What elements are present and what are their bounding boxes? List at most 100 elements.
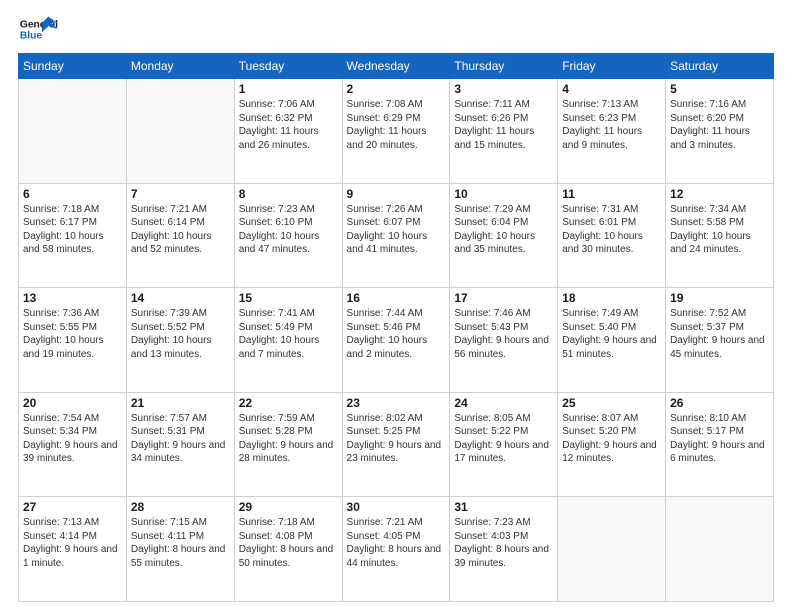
day-number: 20 <box>23 396 122 410</box>
day-info: Sunrise: 7:54 AM Sunset: 5:34 PM Dayligh… <box>23 412 122 466</box>
day-info: Sunrise: 7:41 AM Sunset: 5:49 PM Dayligh… <box>239 307 338 361</box>
day-number: 7 <box>131 187 230 201</box>
day-number: 18 <box>562 291 661 305</box>
day-info: Sunrise: 7:06 AM Sunset: 6:32 PM Dayligh… <box>239 98 338 152</box>
calendar-week-row: 6 Sunrise: 7:18 AM Sunset: 6:17 PM Daylig… <box>19 183 774 288</box>
day-number: 13 <box>23 291 122 305</box>
day-number: 10 <box>454 187 553 201</box>
calendar-week-row: 13 Sunrise: 7:36 AM Sunset: 5:55 PM Dayli… <box>19 288 774 393</box>
calendar-cell: 29 Sunrise: 7:18 AM Sunset: 4:08 PM Dayli… <box>234 497 342 602</box>
calendar-cell: 31 Sunrise: 7:23 AM Sunset: 4:03 PM Dayli… <box>450 497 558 602</box>
day-number: 26 <box>670 396 769 410</box>
calendar-header-friday: Friday <box>558 54 666 79</box>
day-info: Sunrise: 7:39 AM Sunset: 5:52 PM Dayligh… <box>131 307 230 361</box>
day-number: 23 <box>347 396 446 410</box>
calendar-cell: 14Sunrise: 7:39 AM Sunset: 5:52 PM Dayli… <box>126 288 234 393</box>
day-number: 1 <box>239 82 338 96</box>
calendar-cell: 24 Sunrise: 8:05 AM Sunset: 5:22 PM Dayli… <box>450 392 558 497</box>
logo-icon: General Blue <box>18 15 58 45</box>
calendar-cell: 17 Sunrise: 7:46 AM Sunset: 5:43 PM Dayli… <box>450 288 558 393</box>
calendar-cell: 25 Sunrise: 8:07 AM Sunset: 5:20 PM Dayli… <box>558 392 666 497</box>
day-info: Sunrise: 7:36 AM Sunset: 5:55 PM Dayligh… <box>23 307 122 361</box>
calendar-cell: 7 Sunrise: 7:21 AM Sunset: 6:14 PM Daylig… <box>126 183 234 288</box>
calendar-cell: 4 Sunrise: 7:13 AM Sunset: 6:23 PM Daylig… <box>558 79 666 184</box>
header: General Blue <box>18 15 774 45</box>
day-info: Sunrise: 8:10 AM Sunset: 5:17 PM Dayligh… <box>670 412 769 466</box>
day-info: Sunrise: 7:44 AM Sunset: 5:46 PM Dayligh… <box>347 307 446 361</box>
calendar-cell: 2Sunrise: 7:08 AM Sunset: 6:29 PM Daylig… <box>342 79 450 184</box>
calendar-cell: 16Sunrise: 7:44 AM Sunset: 5:46 PM Dayli… <box>342 288 450 393</box>
calendar-cell: 13 Sunrise: 7:36 AM Sunset: 5:55 PM Dayli… <box>19 288 127 393</box>
calendar-cell: 15 Sunrise: 7:41 AM Sunset: 5:49 PM Dayli… <box>234 288 342 393</box>
calendar-header-sunday: Sunday <box>19 54 127 79</box>
calendar-week-row: 20 Sunrise: 7:54 AM Sunset: 5:34 PM Dayli… <box>19 392 774 497</box>
day-number: 30 <box>347 500 446 514</box>
day-number: 3 <box>454 82 553 96</box>
calendar-cell <box>19 79 127 184</box>
day-info: Sunrise: 7:31 AM Sunset: 6:01 PM Dayligh… <box>562 203 661 257</box>
calendar-cell: 19Sunrise: 7:52 AM Sunset: 5:37 PM Dayli… <box>666 288 774 393</box>
calendar-cell: 11 Sunrise: 7:31 AM Sunset: 6:01 PM Dayli… <box>558 183 666 288</box>
day-info: Sunrise: 7:46 AM Sunset: 5:43 PM Dayligh… <box>454 307 553 361</box>
day-info: Sunrise: 7:16 AM Sunset: 6:20 PM Dayligh… <box>670 98 769 152</box>
calendar-cell: 1 Sunrise: 7:06 AM Sunset: 6:32 PM Daylig… <box>234 79 342 184</box>
day-number: 27 <box>23 500 122 514</box>
calendar-cell: 6 Sunrise: 7:18 AM Sunset: 6:17 PM Daylig… <box>19 183 127 288</box>
page: General Blue SundayMondayTuesdayWednesda… <box>0 0 792 612</box>
day-number: 6 <box>23 187 122 201</box>
day-info: Sunrise: 7:59 AM Sunset: 5:28 PM Dayligh… <box>239 412 338 466</box>
day-number: 15 <box>239 291 338 305</box>
calendar-cell <box>666 497 774 602</box>
day-number: 12 <box>670 187 769 201</box>
calendar-week-row: 27 Sunrise: 7:13 AM Sunset: 4:14 PM Dayli… <box>19 497 774 602</box>
day-number: 17 <box>454 291 553 305</box>
day-info: Sunrise: 7:23 AM Sunset: 4:03 PM Dayligh… <box>454 516 553 570</box>
calendar-cell: 5 Sunrise: 7:16 AM Sunset: 6:20 PM Daylig… <box>666 79 774 184</box>
calendar-header-row: SundayMondayTuesdayWednesdayThursdayFrid… <box>19 54 774 79</box>
calendar-cell: 12 Sunrise: 7:34 AM Sunset: 5:58 PM Dayli… <box>666 183 774 288</box>
calendar-header-tuesday: Tuesday <box>234 54 342 79</box>
calendar-cell: 9Sunrise: 7:26 AM Sunset: 6:07 PM Daylig… <box>342 183 450 288</box>
calendar-header-saturday: Saturday <box>666 54 774 79</box>
day-number: 9 <box>347 187 446 201</box>
calendar-cell <box>126 79 234 184</box>
day-number: 24 <box>454 396 553 410</box>
day-number: 21 <box>131 396 230 410</box>
day-info: Sunrise: 8:05 AM Sunset: 5:22 PM Dayligh… <box>454 412 553 466</box>
calendar-cell: 22Sunrise: 7:59 AM Sunset: 5:28 PM Dayli… <box>234 392 342 497</box>
day-info: Sunrise: 7:29 AM Sunset: 6:04 PM Dayligh… <box>454 203 553 257</box>
day-number: 31 <box>454 500 553 514</box>
day-number: 19 <box>670 291 769 305</box>
day-info: Sunrise: 7:57 AM Sunset: 5:31 PM Dayligh… <box>131 412 230 466</box>
day-info: Sunrise: 8:07 AM Sunset: 5:20 PM Dayligh… <box>562 412 661 466</box>
logo: General Blue <box>18 15 58 45</box>
day-info: Sunrise: 7:13 AM Sunset: 4:14 PM Dayligh… <box>23 516 122 570</box>
calendar-cell: 8 Sunrise: 7:23 AM Sunset: 6:10 PM Daylig… <box>234 183 342 288</box>
day-number: 4 <box>562 82 661 96</box>
svg-text:Blue: Blue <box>20 31 43 42</box>
calendar-cell: 10 Sunrise: 7:29 AM Sunset: 6:04 PM Dayli… <box>450 183 558 288</box>
calendar-cell: 3 Sunrise: 7:11 AM Sunset: 6:26 PM Daylig… <box>450 79 558 184</box>
calendar-header-thursday: Thursday <box>450 54 558 79</box>
day-info: Sunrise: 8:02 AM Sunset: 5:25 PM Dayligh… <box>347 412 446 466</box>
day-info: Sunrise: 7:21 AM Sunset: 4:05 PM Dayligh… <box>347 516 446 570</box>
day-number: 5 <box>670 82 769 96</box>
day-info: Sunrise: 7:23 AM Sunset: 6:10 PM Dayligh… <box>239 203 338 257</box>
day-number: 28 <box>131 500 230 514</box>
calendar-cell: 28 Sunrise: 7:15 AM Sunset: 4:11 PM Dayli… <box>126 497 234 602</box>
calendar-week-row: 1 Sunrise: 7:06 AM Sunset: 6:32 PM Daylig… <box>19 79 774 184</box>
day-number: 8 <box>239 187 338 201</box>
day-info: Sunrise: 7:13 AM Sunset: 6:23 PM Dayligh… <box>562 98 661 152</box>
day-number: 29 <box>239 500 338 514</box>
day-info: Sunrise: 7:11 AM Sunset: 6:26 PM Dayligh… <box>454 98 553 152</box>
day-info: Sunrise: 7:18 AM Sunset: 4:08 PM Dayligh… <box>239 516 338 570</box>
day-number: 11 <box>562 187 661 201</box>
day-info: Sunrise: 7:21 AM Sunset: 6:14 PM Dayligh… <box>131 203 230 257</box>
day-info: Sunrise: 7:18 AM Sunset: 6:17 PM Dayligh… <box>23 203 122 257</box>
calendar-cell: 30 Sunrise: 7:21 AM Sunset: 4:05 PM Dayli… <box>342 497 450 602</box>
day-info: Sunrise: 7:34 AM Sunset: 5:58 PM Dayligh… <box>670 203 769 257</box>
calendar-cell <box>558 497 666 602</box>
calendar-header-wednesday: Wednesday <box>342 54 450 79</box>
day-number: 25 <box>562 396 661 410</box>
day-info: Sunrise: 7:15 AM Sunset: 4:11 PM Dayligh… <box>131 516 230 570</box>
